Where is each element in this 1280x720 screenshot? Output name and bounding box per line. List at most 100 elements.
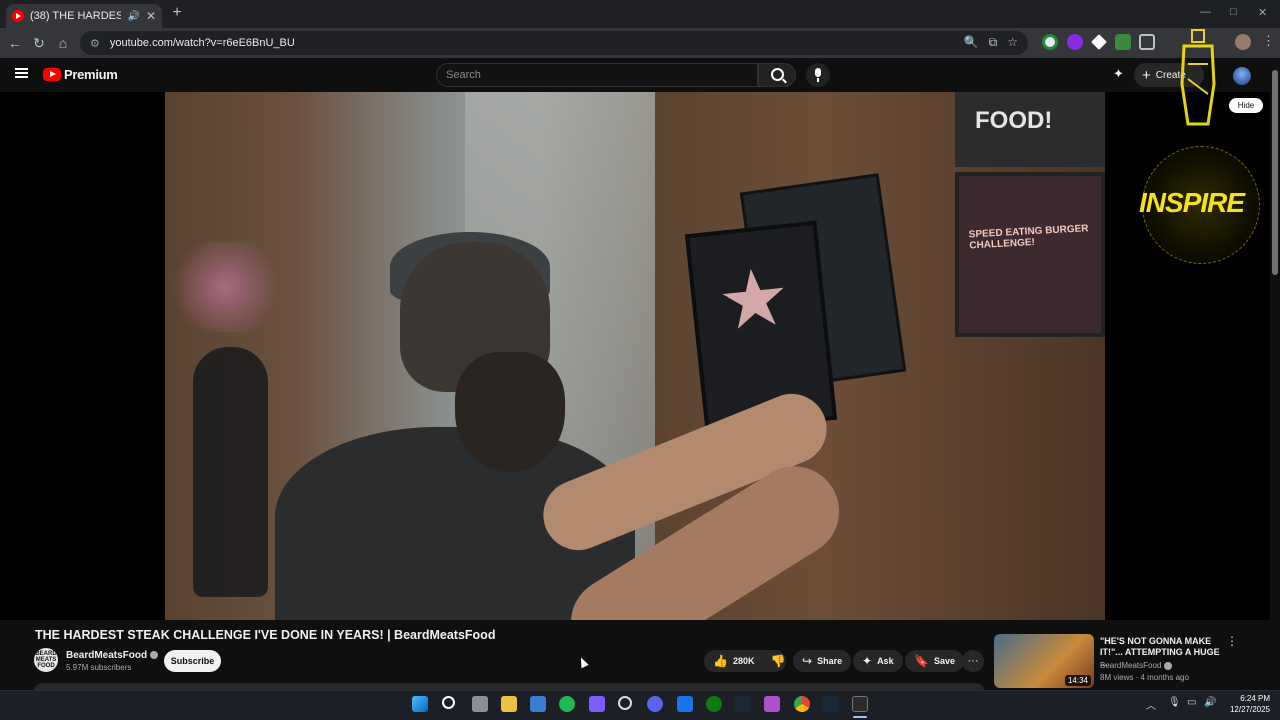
obs-icon[interactable] bbox=[618, 696, 632, 710]
microsoft-store-icon[interactable] bbox=[530, 696, 546, 712]
task-view-icon[interactable] bbox=[472, 696, 488, 712]
cast-icon[interactable]: ⧉ bbox=[989, 35, 998, 50]
mouse-cursor bbox=[577, 655, 589, 669]
clock-time: 6:24 PM bbox=[1240, 694, 1270, 703]
like-count[interactable]: 280K bbox=[733, 656, 755, 666]
channel-name-text: BeardMeatsFood bbox=[66, 650, 148, 661]
extension-icon[interactable] bbox=[1067, 34, 1083, 50]
recommended-channel-text: BeardMeatsFood bbox=[1100, 661, 1162, 670]
voice-search-mic-icon[interactable] bbox=[806, 63, 830, 87]
scrollbar-thumb[interactable] bbox=[1272, 70, 1278, 275]
channel-avatar[interactable]: BEARD MEATS FOOD bbox=[34, 648, 58, 672]
share-label: Share bbox=[817, 656, 843, 666]
app-purple-icon[interactable] bbox=[764, 696, 780, 712]
more-actions-button[interactable]: ··· bbox=[962, 650, 984, 672]
save-button[interactable]: 🔖 Save bbox=[905, 650, 964, 672]
close-tab-icon[interactable]: ✕ bbox=[146, 9, 156, 23]
clock-date: 12/27/2025 bbox=[1229, 705, 1270, 714]
like-icon[interactable]: 👍 bbox=[713, 654, 728, 668]
discord-icon[interactable] bbox=[647, 696, 663, 712]
network-icon[interactable]: ▭ bbox=[1187, 697, 1196, 708]
video-title: THE HARDEST STEAK CHALLENGE I'VE DONE IN… bbox=[35, 628, 496, 642]
sparkle-icon: ✦ bbox=[862, 654, 873, 668]
challenge-board-text: SPEED EATING BURGER CHALLENGE! bbox=[968, 223, 1089, 252]
home-icon[interactable]: ⌂ bbox=[51, 35, 75, 51]
verified-icon bbox=[1164, 661, 1173, 670]
verified-icon bbox=[150, 651, 159, 660]
background-person bbox=[193, 347, 268, 597]
windows-start-icon[interactable] bbox=[412, 696, 428, 712]
maximize-icon[interactable]: □ bbox=[1230, 6, 1237, 18]
challenge-board: SPEED EATING BURGER CHALLENGE! bbox=[955, 172, 1105, 337]
star-icon: ★ bbox=[713, 251, 795, 348]
steam-2-icon[interactable] bbox=[823, 696, 839, 712]
menu-icon[interactable] bbox=[15, 68, 28, 78]
app-green-icon[interactable] bbox=[559, 696, 575, 712]
youtube-play-icon bbox=[43, 68, 61, 81]
app-grid-icon[interactable] bbox=[589, 696, 605, 712]
ask-label: Ask bbox=[877, 656, 894, 666]
grammarly-extension-icon[interactable] bbox=[1042, 34, 1058, 50]
file-explorer-icon[interactable] bbox=[501, 696, 517, 712]
youtube-favicon-icon bbox=[12, 10, 24, 22]
like-dislike-group: 👍 280K 👎 bbox=[704, 650, 786, 672]
youtube-logo[interactable]: Premium bbox=[43, 67, 118, 82]
video-player[interactable]: FOOD! SPEED EATING BURGER CHALLENGE! ★ bbox=[165, 92, 1105, 620]
minimize-icon[interactable]: — bbox=[1200, 6, 1211, 18]
zoom-icon[interactable]: 🔍 bbox=[964, 35, 979, 50]
search-button[interactable] bbox=[758, 63, 796, 87]
plus-icon: + bbox=[1142, 66, 1151, 84]
system-clock[interactable]: 6:24 PM 12/27/2025 bbox=[1222, 693, 1270, 715]
url-text: youtube.com/watch?v=r6eE6BnU_BU bbox=[109, 37, 295, 49]
extensions-puzzle-icon[interactable] bbox=[1139, 34, 1155, 50]
share-icon: ↪ bbox=[802, 654, 813, 668]
windows-taskbar bbox=[0, 690, 1280, 720]
inspire-globe-logo: INSPIRE bbox=[1139, 146, 1260, 264]
bookmark-star-icon[interactable]: ☆ bbox=[1007, 35, 1018, 50]
food-sign: FOOD! bbox=[955, 92, 1105, 167]
volume-icon[interactable]: 🔊 bbox=[1204, 697, 1216, 708]
site-info-icon[interactable]: ⚙ bbox=[90, 37, 100, 50]
back-icon[interactable]: ← bbox=[3, 35, 27, 51]
browser-tab[interactable]: (38) THE HARDEST STEAK C 🔊 ✕ bbox=[6, 4, 162, 28]
extension-puzzle-icon[interactable]: ✦ bbox=[1113, 66, 1124, 82]
ask-button[interactable]: ✦ Ask bbox=[853, 650, 903, 672]
save-label: Save bbox=[933, 656, 955, 666]
share-button[interactable]: ↪ Share bbox=[793, 650, 852, 672]
video-duration: 14:34 bbox=[1064, 675, 1091, 686]
active-app-indicator bbox=[853, 716, 867, 718]
search-input[interactable]: Search bbox=[436, 63, 758, 87]
microphone-tray-icon[interactable]: 🎙 bbox=[1168, 697, 1181, 708]
taskbar-search-icon[interactable] bbox=[442, 696, 455, 709]
reload-icon[interactable]: ↻ bbox=[27, 35, 51, 52]
recommended-more-icon[interactable]: ⋮ bbox=[1226, 634, 1238, 648]
speaker-icon[interactable]: 🔊 bbox=[127, 11, 139, 22]
mail-icon[interactable] bbox=[677, 696, 693, 712]
channel-name[interactable]: BeardMeatsFood bbox=[66, 650, 159, 661]
address-bar[interactable]: ⚙ youtube.com/watch?v=r6eE6BnU_BU 🔍 ⧉ ☆ bbox=[80, 31, 1028, 55]
hide-overlay-button[interactable]: Hide bbox=[1229, 98, 1263, 113]
steam-icon[interactable] bbox=[735, 696, 751, 712]
youtube-header: Premium Search ✦ + Create bbox=[0, 58, 1280, 92]
recommended-video-thumbnail[interactable]: 14:34 bbox=[994, 634, 1094, 688]
dislike-icon[interactable]: 👎 bbox=[770, 654, 785, 668]
extension-badge-icon[interactable] bbox=[1115, 34, 1131, 50]
xbox-icon[interactable] bbox=[706, 696, 722, 712]
subscriber-count: 5.97M subscribers bbox=[66, 663, 132, 672]
close-window-icon[interactable]: ✕ bbox=[1258, 6, 1267, 19]
epic-games-icon[interactable] bbox=[852, 696, 868, 712]
person-beard bbox=[455, 352, 565, 472]
browser-toolbar: ← ↻ ⌂ ⚙ youtube.com/watch?v=r6eE6BnU_BU … bbox=[0, 28, 1280, 58]
recommended-video-meta: 8M views · 4 months ago bbox=[1100, 673, 1189, 682]
subscribe-button[interactable]: Subscribe bbox=[164, 650, 221, 672]
chrome-icon[interactable] bbox=[794, 696, 810, 712]
globe-text: INSPIRE bbox=[1139, 187, 1245, 218]
profile-avatar-icon[interactable] bbox=[1235, 34, 1251, 50]
recommended-channel[interactable]: BeardMeatsFood bbox=[1100, 661, 1173, 670]
tray-overflow-icon[interactable]: ︿ bbox=[1146, 697, 1156, 712]
browser-tab-strip: (38) THE HARDEST STEAK C 🔊 ✕ + — □ ✕ bbox=[0, 0, 1280, 28]
new-tab-button[interactable]: + bbox=[168, 4, 186, 22]
channel-watermark-logo bbox=[1180, 29, 1216, 126]
account-avatar[interactable] bbox=[1233, 67, 1251, 85]
browser-menu-icon[interactable]: ⋮ bbox=[1262, 33, 1275, 49]
